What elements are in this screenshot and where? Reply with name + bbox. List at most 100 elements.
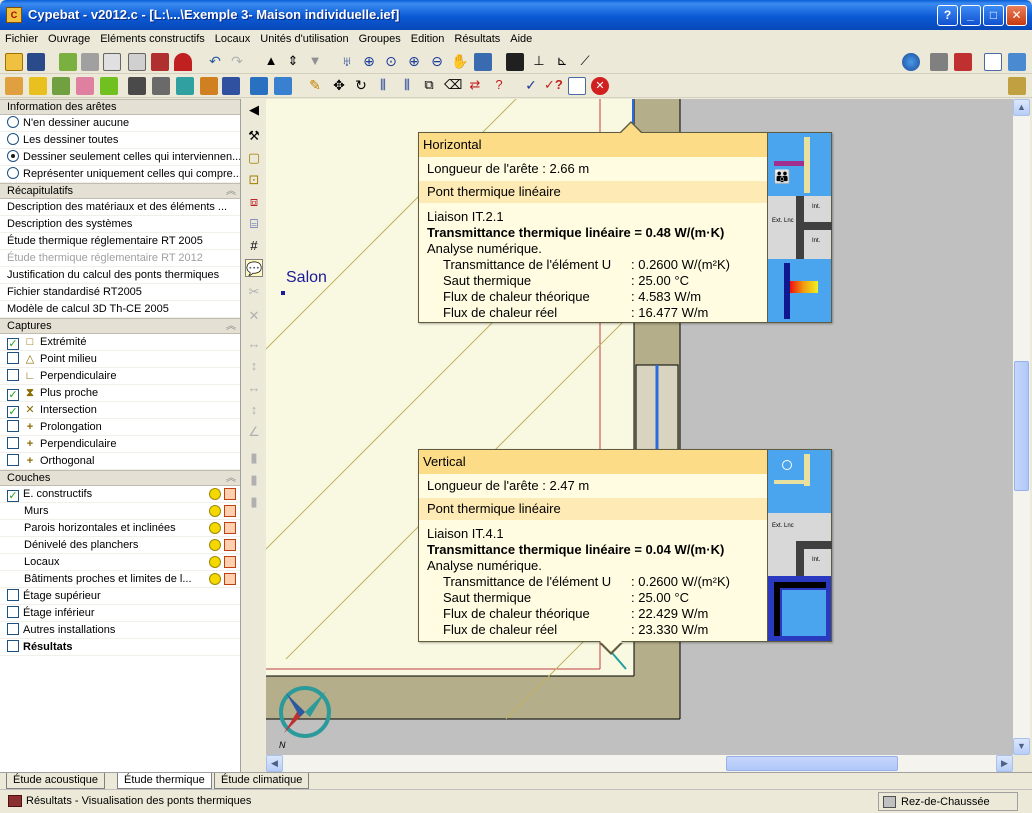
drawing-canvas[interactable]: Salon N Horizontal Longueur de l'arête :… [266,99,1013,755]
layer-rooms[interactable]: Locaux [0,554,240,571]
summary-standard-file[interactable]: Fichier standardisé RT2005 [0,284,240,301]
tooltip-info-icon[interactable]: 💬 [245,259,263,277]
copy-icon[interactable]: ⫼ [374,77,392,95]
dimension-y-icon[interactable]: ⊾ [553,53,571,71]
zoom-window-icon[interactable]: ⊙ [382,53,400,71]
stair-element-icon[interactable] [222,77,240,95]
collapse-chevron-icon[interactable]: ︽ [226,471,236,486]
magnet-icon[interactable] [174,53,192,71]
layer-lower-floor[interactable]: Étage inférieur [0,605,240,622]
vertical-scroll-thumb[interactable] [1014,361,1029,491]
materials-icon[interactable] [76,77,94,95]
select-edge-icon[interactable]: ⧈ [245,193,263,211]
floor-select-icon[interactable]: ⇕ [284,53,302,71]
zoom-in-icon[interactable]: ⊕ [405,53,423,71]
summary-systems[interactable]: Description des systèmes [0,216,240,233]
add-object-icon[interactable] [250,77,268,95]
check-query-icon[interactable]: ✓? [544,77,563,95]
floor-element-icon[interactable] [128,77,146,95]
tools-icon[interactable]: ⚒ [245,127,263,145]
import-icon[interactable] [81,53,99,71]
capture-orthogonal[interactable]: + Orthogonal [0,453,240,470]
checkbox[interactable] [7,623,19,635]
checkbox[interactable] [7,352,19,364]
config-icon[interactable] [1008,53,1026,71]
grid-icon[interactable] [151,53,169,71]
grid-hash-icon[interactable]: # [245,237,263,255]
globe-icon[interactable] [902,53,920,71]
redraw-icon[interactable]: ♅ [338,53,356,71]
zoom-all-icon[interactable]: ⊕ [360,53,378,71]
tab-etude-climatique[interactable]: Étude climatique [214,773,310,789]
menu-ouvrage[interactable]: Ouvrage [43,30,95,48]
summary-rt2005[interactable]: Étude thermique réglementaire RT 2005 [0,233,240,250]
checkbox[interactable] [7,420,19,432]
radio-button-selected[interactable] [7,150,19,162]
section-layers[interactable]: Couches ︽ [0,470,240,486]
scroll-down-button[interactable]: ▼ [1013,738,1030,755]
capture-prolongation[interactable]: + Prolongation [0,419,240,436]
zoom-out-icon[interactable]: ⊖ [428,53,446,71]
stop-icon[interactable]: ✕ [591,77,609,95]
radio-edges-represent[interactable]: Représenter uniquement celles qui compre… [0,166,240,183]
mirror-icon[interactable]: ⫼ [398,77,416,95]
scroll-left-button[interactable]: ◀ [266,755,283,772]
checkbox[interactable] [7,369,19,381]
collapse-chevron-icon[interactable]: ︽ [226,184,236,199]
layout-icon[interactable] [984,53,1002,71]
capture-perpendiculaire[interactable]: ∟ Perpendiculaire [0,368,240,385]
dimension-x-icon[interactable]: ⊥ [530,53,548,71]
print-icon[interactable] [930,53,948,71]
menu-unites-utilisation[interactable]: Unités d'utilisation [255,30,353,48]
layer-horizontal-walls[interactable]: Parois horizontales et inclinées [0,520,240,537]
layer-visibility-icons[interactable] [209,573,236,587]
maximize-button[interactable]: □ [983,5,1004,26]
move-icon[interactable]: ✥ [330,77,348,95]
checkbox-checked[interactable]: ✓ [7,338,19,350]
scroll-up-button[interactable]: ▲ [1013,99,1030,116]
radio-edges-all[interactable]: Les dessiner toutes [0,132,240,149]
floor-down-icon[interactable]: ▼ [306,53,324,71]
capture-plus-proche[interactable]: ✓ ⧗ Plus proche [0,385,240,402]
wall-element-icon[interactable] [176,77,194,95]
menu-groupes[interactable]: Groupes [354,30,406,48]
capture-perpendiculaire-2[interactable]: + Perpendiculaire [0,436,240,453]
library-icon[interactable] [100,77,118,95]
capture-point-milieu[interactable]: △ Point milieu [0,351,240,368]
rotate-icon[interactable]: ↻ [352,77,370,95]
collapse-panel-icon[interactable]: ◀ [245,101,263,119]
dimension-free-icon[interactable]: ⟋ [576,53,594,71]
export-icon[interactable] [954,53,972,71]
layer-visibility-icons[interactable] [209,488,236,502]
undo-icon[interactable]: ↶ [206,53,224,71]
menu-fichier[interactable]: Fichier [0,30,43,48]
euro-icon[interactable] [29,77,47,95]
radio-edges-none[interactable]: N'en dessiner aucune [0,115,240,132]
minimize-button[interactable]: _ [960,5,981,26]
radio-button[interactable] [7,167,19,179]
close-button[interactable]: ✕ [1006,5,1027,26]
select-point-icon[interactable]: ⊡ [245,171,263,189]
menu-resultats[interactable]: Résultats [449,30,505,48]
layer-visibility-icons[interactable] [209,556,236,570]
tab-etude-acoustique[interactable]: Étude acoustique [6,773,106,789]
pencil-icon[interactable]: ✎ [306,77,324,95]
summary-thermal-bridges[interactable]: Justification du calcul des ponts thermi… [0,267,240,284]
horizontal-scroll-thumb[interactable] [726,756,898,771]
section-edge-info[interactable]: Information des arêtes [0,99,240,115]
radio-button[interactable] [7,116,19,128]
menu-edition[interactable]: Edition [406,30,450,48]
layer-floor-levels[interactable]: Dénivelé des planchers [0,537,240,554]
radio-edges-involved[interactable]: Dessiner seulement celles qui intervienn… [0,149,240,166]
floor-indicator[interactable]: Rez-de-Chaussée [878,792,1018,811]
measure-icon[interactable]: ⌸ [245,215,263,233]
menu-aide[interactable]: Aide [505,30,537,48]
horizontal-scrollbar[interactable]: ◀ ▶ [266,755,1013,772]
app-icon[interactable]: C [6,7,22,23]
help-query-icon[interactable]: ? [490,77,508,95]
capture-intersection[interactable]: ✓ ✕ Intersection [0,402,240,419]
swap-icon[interactable]: ⇄ [466,77,484,95]
checkbox[interactable] [7,640,19,652]
binoculars-icon[interactable] [506,53,524,71]
vertical-scrollbar[interactable]: ▲ ▼ [1013,99,1030,755]
